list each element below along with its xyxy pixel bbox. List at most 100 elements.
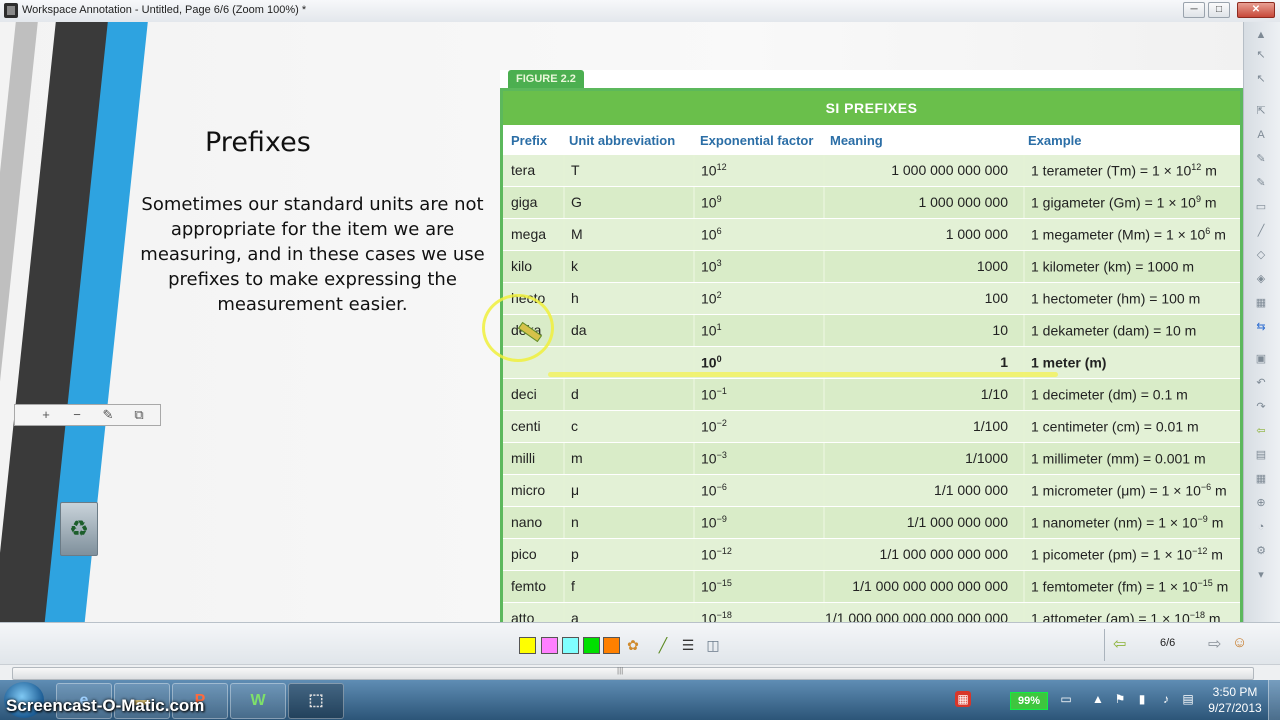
show-desktop-button[interactable]	[1268, 680, 1280, 720]
exponential-factor-cell: 10−3	[701, 450, 727, 467]
power-plug-icon[interactable]: ▭	[1058, 691, 1074, 707]
keyboard-icon[interactable]: ▤	[1180, 691, 1196, 707]
prefix-cell: giga	[511, 194, 538, 210]
clock-date[interactable]: 9/27/2013	[1200, 701, 1270, 715]
prefix-cell: nano	[511, 514, 543, 530]
exponent-base: 10	[701, 450, 717, 467]
exponent-power: −3	[716, 450, 727, 460]
table-row: milli m 10−3 1/1000 1 millimeter (mm) = 0.00…	[503, 443, 1240, 475]
action-center-icon[interactable]: ⚑	[1112, 691, 1128, 707]
edit-icon[interactable]: ✎	[97, 407, 119, 423]
exponential-factor-cell: 100	[701, 354, 722, 371]
marker-icon[interactable]: ✎	[1253, 176, 1269, 190]
image-icon[interactable]: ▦	[1253, 296, 1269, 310]
pen-icon[interactable]: ✎	[1253, 152, 1269, 166]
orange-color-swatch[interactable]	[603, 637, 620, 654]
zoom-icon[interactable]: ⊕	[1253, 496, 1269, 510]
example-unit: m	[1211, 482, 1227, 499]
close-button[interactable]: ✕	[1237, 2, 1275, 18]
horizontal-scrollbar[interactable]: |||	[0, 664, 1280, 681]
slide-title: Prefixes	[205, 127, 311, 158]
up-arrow-icon[interactable]: ▲	[1253, 28, 1269, 42]
yellow-color-swatch[interactable]	[519, 637, 536, 654]
meaning-cell: 1	[1000, 354, 1008, 370]
eraser-icon[interactable]: ▭	[1253, 200, 1269, 214]
more-icon[interactable]: ▾	[1253, 568, 1269, 582]
back-arrow-icon[interactable]: ⇦	[1253, 424, 1269, 438]
minus-icon[interactable]: −	[66, 407, 88, 423]
pointer-icon[interactable]: ↖	[1253, 48, 1269, 62]
user-icon[interactable]: ☺	[1232, 634, 1247, 651]
table-row: centi c 10−2 1/100 1 centimeter (cm) = 0.01 …	[503, 411, 1240, 443]
grid-icon[interactable]: ▦	[1253, 472, 1269, 486]
meaning-cell: 1/10	[980, 386, 1008, 402]
window-title: Workspace Annotation - Untitled, Page 6/…	[22, 4, 307, 16]
duplicate-icon[interactable]: ⧉	[128, 407, 150, 423]
highlight-line-annotation	[548, 372, 1058, 377]
example-cell: 1 micrometer (μm) = 1 × 10−6 m	[1031, 482, 1227, 499]
shape-icon[interactable]: ◇	[1253, 248, 1269, 262]
table-column-headers: Prefix Unit abbreviation Exponential fac…	[503, 125, 1240, 155]
meaning-cell: 1 000 000 000 000	[891, 162, 1008, 178]
fill-icon[interactable]: ◈	[1253, 272, 1269, 286]
exponent-base: 10	[701, 354, 717, 371]
exponential-factor-cell: 1012	[701, 162, 727, 179]
meaning-cell: 1/1 000 000 000 000 000 000	[825, 610, 1008, 622]
si-prefix-figure: FIGURE 2.2 SI PREFIXES Prefix Unit abbre…	[500, 70, 1243, 622]
exponential-factor-cell: 10−2	[701, 418, 727, 435]
pen-tool-icon[interactable]: ╱	[654, 636, 672, 654]
figure-tab-label: FIGURE 2.2	[508, 70, 584, 88]
document-icon[interactable]: ▤	[1253, 448, 1269, 462]
show-hidden-icons[interactable]: ▲	[1090, 691, 1106, 707]
example-text: 1 megameter (Mm) = 1 × 10	[1031, 226, 1206, 243]
slide-canvas[interactable]: Prefixes Sometimes our standard units ar…	[0, 22, 1243, 622]
battery-indicator[interactable]: 99%	[1010, 692, 1048, 710]
transparency-icon[interactable]: ◫	[704, 636, 722, 654]
meaning-cell: 1/100	[972, 418, 1008, 434]
settings-icon[interactable]: ⚙	[1253, 544, 1269, 558]
next-page-arrow-icon[interactable]: ⇨	[1208, 634, 1221, 654]
line-width-icon[interactable]: ☰	[679, 636, 697, 654]
volume-icon[interactable]: ♪	[1158, 691, 1174, 707]
capture-icon: ⬚	[308, 692, 324, 709]
plus-icon[interactable]: +	[35, 407, 57, 423]
maximize-button[interactable]: □	[1208, 2, 1230, 18]
exponent-base: 10	[701, 194, 717, 211]
clock-time[interactable]: 3:50 PM	[1205, 685, 1265, 699]
palette-icon[interactable]: ✿	[624, 636, 642, 654]
network-icon[interactable]: ▮	[1134, 691, 1150, 707]
page-indicator: 6/6	[1160, 637, 1176, 649]
line-icon[interactable]: ╱	[1253, 224, 1269, 238]
green-color-swatch[interactable]	[583, 637, 600, 654]
example-text: 1 attometer (am) = 1 × 10	[1031, 610, 1190, 622]
select-icon[interactable]: ↖	[1253, 72, 1269, 86]
cursor-icon[interactable]: ⇱	[1253, 104, 1269, 118]
redo-icon[interactable]: ↷	[1253, 400, 1269, 414]
table-cell-background	[565, 571, 693, 602]
palette-icon[interactable]: ◔	[1253, 520, 1269, 534]
unit-abbreviation-cell: f	[571, 578, 575, 594]
meaning-cell: 1/1000	[965, 450, 1008, 466]
meaning-cell: 10	[992, 322, 1008, 338]
tray-app-icon[interactable]: ▦	[955, 691, 971, 707]
exponential-factor-cell: 109	[701, 194, 722, 211]
recycle-bin-icon[interactable]: ♻	[60, 502, 98, 556]
exponent-power: −9	[716, 514, 727, 524]
meaning-cell: 1/1 000 000 000	[906, 514, 1008, 530]
previous-page-arrow-icon[interactable]: ⇦	[1113, 634, 1126, 654]
example-cell: 1 attometer (am) = 1 × 10−18 m	[1031, 610, 1221, 622]
text-icon[interactable]: A	[1253, 128, 1269, 142]
exponent-power: 3	[716, 258, 722, 268]
scrollbar-thumb[interactable]	[12, 667, 1254, 680]
exponent-power: −1	[716, 386, 727, 396]
cyan-color-swatch[interactable]	[562, 637, 579, 654]
taskbar-app-workspace[interactable]: W	[230, 683, 286, 719]
pink-color-swatch[interactable]	[541, 637, 558, 654]
lock-icon[interactable]: ▣	[1253, 352, 1269, 366]
unit-abbreviation-cell: M	[571, 226, 583, 242]
undo-icon[interactable]: ↶	[1253, 376, 1269, 390]
move-icon[interactable]: ⇆	[1253, 320, 1269, 334]
taskbar-app-capture[interactable]: ⬚	[288, 683, 344, 719]
minimize-button[interactable]: ─	[1183, 2, 1205, 18]
prefix-cell: mega	[511, 226, 547, 242]
